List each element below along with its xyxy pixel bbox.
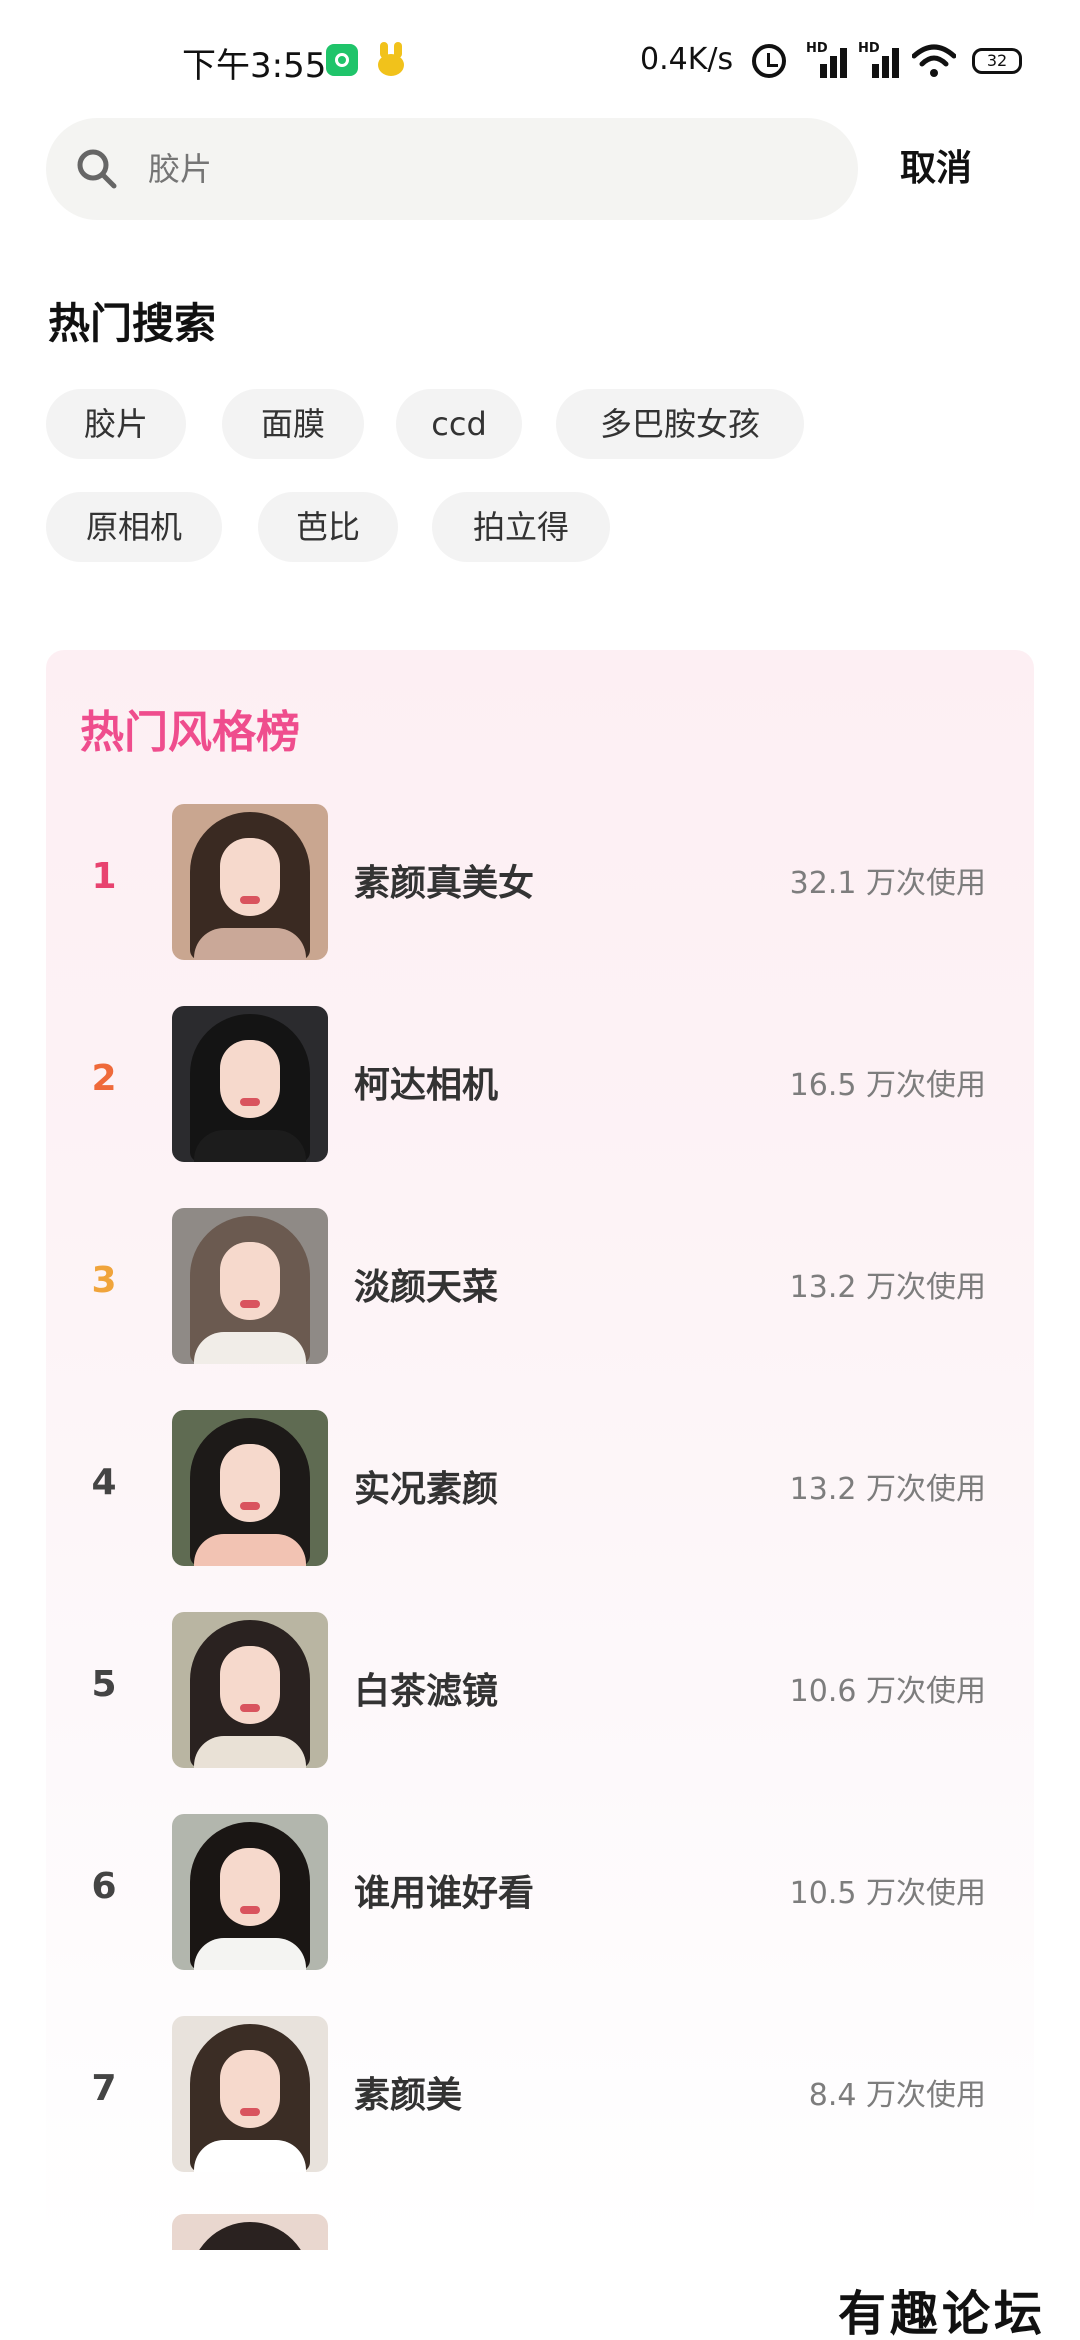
style-name: 淡颜天菜 <box>354 1267 499 1308</box>
style-name: 素颜真美女 <box>354 863 535 904</box>
style-name: 白茶滤镜 <box>354 1671 499 1712</box>
ranking-row[interactable]: 2 柯达相机 16.5 万次使用 <box>46 1006 1034 1166</box>
watermark: 有趣论坛 <box>838 2286 1047 2340</box>
rank-number: 6 <box>91 1866 117 1907</box>
status-time: 下午3:55 <box>182 46 327 86</box>
wifi-icon <box>911 44 957 78</box>
ranking-row[interactable]: 1 素颜真美女 32.1 万次使用 <box>46 804 1034 964</box>
hot-search-tag[interactable]: ccd <box>396 389 522 459</box>
usage-count: 10.6 万次使用 <box>789 1674 986 1709</box>
rank-number: 3 <box>91 1260 117 1301</box>
hot-search-tag[interactable]: 芭比 <box>258 492 398 562</box>
cancel-button[interactable]: 取消 <box>900 118 972 220</box>
style-thumbnail[interactable] <box>172 1814 328 1970</box>
rank-number: 1 <box>91 856 117 897</box>
signal-icon: HD <box>858 42 906 78</box>
style-thumbnail[interactable] <box>172 1006 328 1162</box>
hot-search-tag[interactable]: 原相机 <box>46 492 222 562</box>
status-bar: 下午3:55 0.4K/s HD HD 32 <box>0 0 1080 120</box>
style-thumbnail[interactable] <box>172 1612 328 1768</box>
signal-hd-label: HD <box>858 41 880 56</box>
bunny-app-icon <box>374 42 408 78</box>
ranking-title: 热门风格榜 <box>80 707 300 758</box>
hot-search-title: 热门搜索 <box>48 299 217 348</box>
hot-search-tag[interactable]: 多巴胺女孩 <box>556 389 804 459</box>
style-thumbnail[interactable] <box>172 1208 328 1364</box>
style-thumbnail[interactable] <box>172 2016 328 2172</box>
style-name: 谁用谁好看 <box>354 1873 535 1914</box>
usage-count: 32.1 万次使用 <box>789 866 986 901</box>
signal-icon: HD <box>806 42 854 78</box>
rank-number: 5 <box>91 1664 117 1705</box>
ranking-row[interactable]: 4 实况素颜 13.2 万次使用 <box>46 1410 1034 1570</box>
ranking-row[interactable]: 3 淡颜天菜 13.2 万次使用 <box>46 1208 1034 1368</box>
style-thumbnail[interactable] <box>172 804 328 960</box>
hot-search-tag[interactable]: 胶片 <box>46 389 186 459</box>
style-ranking-card: 热门风格榜 1 素颜真美女 32.1 万次使用 2 柯达相机 16.5 万次使用 3 淡颜天菜… <box>46 650 1034 2250</box>
usage-count: 16.5 万次使用 <box>789 1068 986 1103</box>
alarm-icon <box>752 44 786 78</box>
ranking-row[interactable]: 6 谁用谁好看 10.5 万次使用 <box>46 1814 1034 1974</box>
ranking-row[interactable]: 5 白茶滤镜 10.6 万次使用 <box>46 1612 1034 1772</box>
network-speed: 0.4K/s <box>640 42 734 77</box>
rank-number: 2 <box>91 1058 117 1099</box>
hot-search-tag[interactable]: 面膜 <box>222 389 364 459</box>
hot-search-tag[interactable]: 拍立得 <box>432 492 610 562</box>
usage-count: 13.2 万次使用 <box>789 1472 986 1507</box>
battery-icon: 32 <box>972 48 1022 74</box>
usage-count: 13.2 万次使用 <box>789 1270 986 1305</box>
search-input[interactable] <box>148 118 828 220</box>
usage-count: 8.4 万次使用 <box>808 2078 986 2113</box>
style-thumbnail[interactable] <box>172 1410 328 1566</box>
style-name: 实况素颜 <box>354 1469 499 1510</box>
search-bar[interactable] <box>46 118 858 220</box>
app-notification-icon <box>326 44 358 76</box>
usage-count: 10.5 万次使用 <box>789 1876 986 1911</box>
style-thumbnail[interactable] <box>172 2214 328 2250</box>
signal-hd-label: HD <box>806 41 828 56</box>
ranking-row[interactable]: 7 素颜美 8.4 万次使用 <box>46 2016 1034 2176</box>
style-name: 素颜美 <box>354 2075 463 2116</box>
rank-number: 4 <box>91 1462 117 1503</box>
style-name: 柯达相机 <box>354 1065 499 1106</box>
search-icon <box>76 148 118 190</box>
rank-number: 7 <box>91 2068 117 2109</box>
